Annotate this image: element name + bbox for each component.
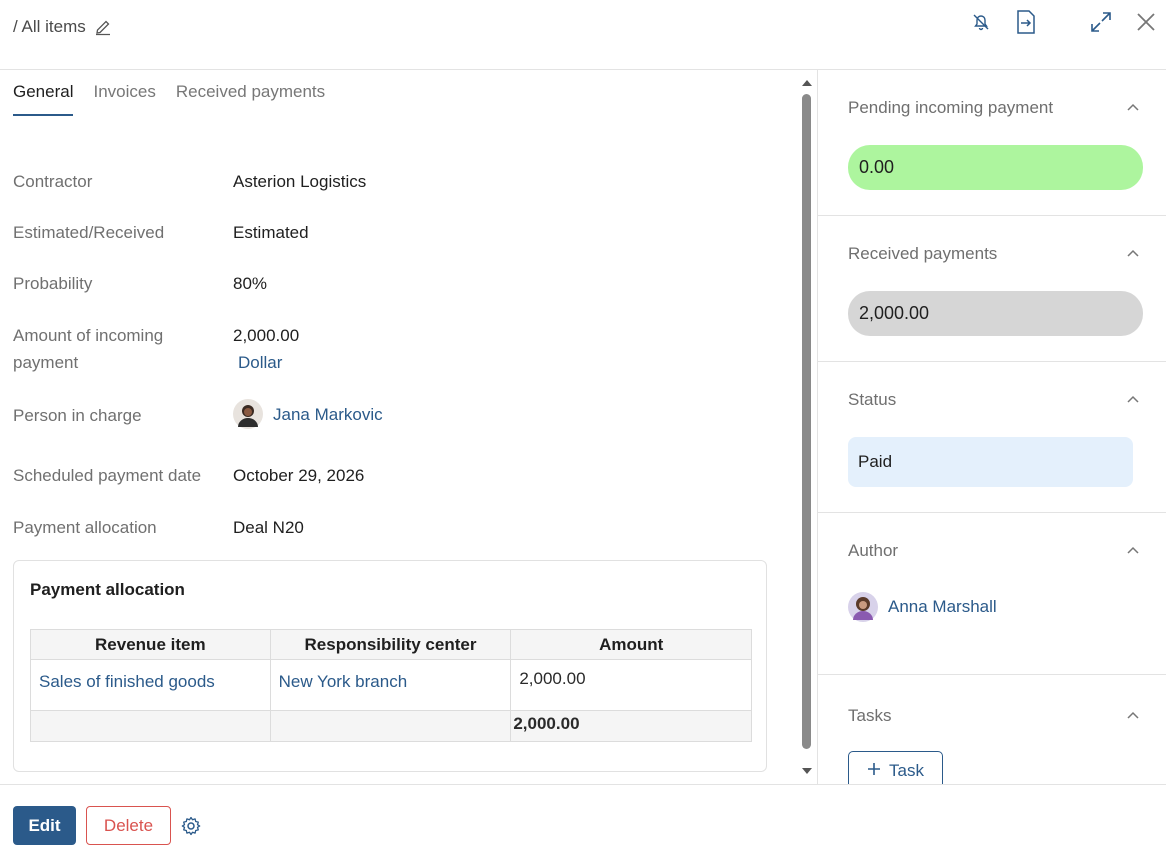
section-tasks: Tasks Task (818, 675, 1166, 784)
tab-invoices[interactable]: Invoices (93, 82, 155, 116)
add-task-button[interactable]: Task (848, 751, 943, 784)
field-value: 80% (233, 274, 268, 293)
plus-icon (867, 761, 881, 781)
amount-cell: 2,000.00 (519, 669, 586, 688)
chevron-up-icon[interactable] (1125, 392, 1141, 408)
column-header: Responsibility center (269, 629, 512, 660)
allocation-table: Revenue item Responsibility center Amoun… (30, 629, 752, 742)
scrollbar-thumb[interactable] (802, 94, 811, 749)
payment-allocation-box: Payment allocation Revenue item Responsi… (13, 560, 767, 772)
column-header: Amount (510, 629, 752, 660)
field-value: Estimated (233, 223, 309, 242)
table-total-row: 2,000.00 (30, 710, 752, 742)
received-amount: 2,000.00 (848, 291, 1143, 336)
currency-link[interactable]: Dollar (238, 353, 282, 372)
total-cell: 2,000.00 (510, 710, 752, 742)
section-title: Tasks (848, 706, 892, 725)
section-title: Pending incoming payment (848, 98, 1054, 117)
scroll-up-arrow-icon[interactable] (800, 76, 814, 88)
field-label-line1: Amount of incoming (13, 326, 164, 345)
field-value: October 29, 2026 (233, 466, 365, 485)
author-value[interactable]: Anna Marshall (848, 592, 997, 622)
footer: Edit Delete (0, 784, 1166, 848)
delete-button[interactable]: Delete (86, 806, 171, 845)
scrollbar[interactable] (797, 70, 817, 784)
section-title: Author (848, 541, 899, 560)
bell-off-icon[interactable] (967, 8, 995, 36)
section-title: Received payments (848, 244, 998, 263)
pending-amount: 0.00 (848, 145, 1143, 190)
avatar (233, 399, 263, 429)
field-label: Estimated/Received (13, 223, 165, 242)
field-label: Amount of incoming payment (13, 322, 213, 376)
table-cell: Sales of finished goods (30, 659, 271, 711)
gear-icon[interactable] (181, 816, 201, 836)
field-label: Scheduled payment date (13, 466, 202, 485)
section-status: Status Paid (818, 362, 1166, 513)
status-badge: Paid (848, 437, 1133, 487)
scroll-down-arrow-icon[interactable] (800, 764, 814, 776)
table-cell: New York branch (269, 659, 512, 711)
deal-link[interactable]: Deal N20 (233, 514, 304, 541)
pencil-icon[interactable] (94, 18, 112, 36)
chevron-up-icon[interactable] (1125, 246, 1141, 262)
tab-general[interactable]: General (13, 82, 74, 116)
section-received-payments: Received payments 2,000.00 (818, 216, 1166, 362)
section-pending-payment: Pending incoming payment 0.00 (818, 70, 1166, 216)
field-label: Probability (13, 274, 93, 293)
section-author: Author Anna Marshall (818, 513, 1166, 675)
amount-value: 2,000.00 (233, 326, 300, 345)
table-cell (30, 710, 271, 742)
chevron-up-icon[interactable] (1125, 543, 1141, 559)
breadcrumb: / All items (13, 17, 112, 37)
revenue-item-link[interactable]: Sales of finished goods (39, 672, 215, 691)
export-icon[interactable] (1012, 8, 1040, 36)
table-row: Sales of finished goods New York branch … (30, 659, 752, 711)
contractor-link[interactable]: Asterion Logistics (233, 168, 366, 195)
breadcrumb-text[interactable]: / All items (13, 17, 86, 37)
person-link[interactable]: Jana Markovic (273, 401, 383, 428)
field-value: 2,000.00 Dollar (233, 322, 299, 376)
section-title: Status (848, 390, 897, 409)
person-in-charge-value[interactable]: Jana Markovic (233, 399, 383, 429)
field-label: Contractor (13, 172, 93, 191)
author-link[interactable]: Anna Marshall (888, 597, 997, 617)
header: / All items (0, 0, 1166, 70)
edit-button[interactable]: Edit (13, 806, 76, 845)
main-panel: General Invoices Received payments Contr… (0, 70, 797, 784)
responsibility-center-link[interactable]: New York branch (279, 672, 408, 691)
add-task-label: Task (889, 761, 924, 780)
table-cell: 2,000.00 (510, 659, 752, 711)
table-cell (269, 710, 512, 742)
chevron-up-icon[interactable] (1125, 100, 1141, 116)
sidebar: Pending incoming payment 0.00 Received p… (817, 70, 1166, 784)
avatar (848, 592, 878, 622)
column-header: Revenue item (30, 629, 271, 660)
field-label-line2: payment (13, 353, 79, 372)
field-label: Payment allocation (13, 518, 157, 537)
field-label: Person in charge (13, 406, 142, 425)
allocation-title: Payment allocation (30, 580, 185, 599)
tabs: General Invoices Received payments (13, 82, 325, 116)
table-header-row: Revenue item Responsibility center Amoun… (30, 629, 752, 660)
expand-icon[interactable] (1087, 8, 1115, 36)
chevron-up-icon[interactable] (1125, 708, 1141, 724)
close-icon[interactable] (1132, 8, 1160, 36)
tab-received-payments[interactable]: Received payments (176, 82, 325, 116)
